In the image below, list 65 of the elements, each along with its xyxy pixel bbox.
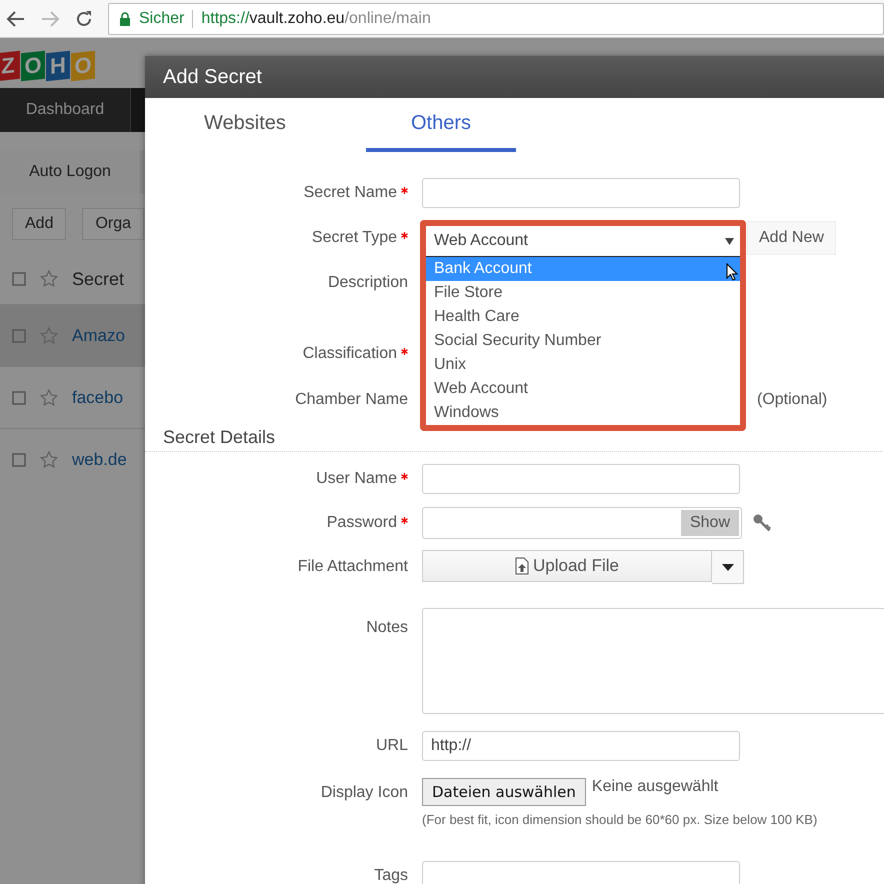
- input-field[interactable]: [422, 861, 740, 884]
- security-label: Sicher: [139, 10, 184, 28]
- dropdown-option[interactable]: Web Account: [426, 377, 740, 401]
- add-new-button[interactable]: Add New: [747, 221, 836, 255]
- section-heading: Secret Details: [163, 426, 276, 448]
- star-icon[interactable]: [40, 270, 58, 288]
- field-label: File Attachment: [298, 558, 408, 576]
- field-label: Secret Type: [312, 229, 397, 247]
- file-upload-icon: [515, 557, 529, 575]
- field-label: Description: [328, 274, 408, 292]
- input-field[interactable]: [422, 178, 740, 208]
- field-label: Notes: [366, 619, 408, 637]
- password-field[interactable]: Show: [422, 507, 742, 539]
- show-button[interactable]: Show: [680, 510, 739, 536]
- hint-text: (For best fit, icon dimension should be 60*60 px. Size below 100 KB): [422, 812, 818, 827]
- checkbox-icon[interactable]: [12, 272, 26, 286]
- tab[interactable]: Websites: [170, 112, 320, 152]
- upload-file-button[interactable]: Upload File: [422, 550, 712, 582]
- notes-field[interactable]: [422, 608, 884, 714]
- field-label: URL: [376, 737, 408, 755]
- field-label: Tags: [374, 867, 408, 884]
- back-icon[interactable]: [6, 8, 26, 28]
- star-icon[interactable]: [40, 326, 58, 344]
- dropdown-option[interactable]: File Store: [426, 281, 740, 305]
- caret-icon: [725, 238, 734, 244]
- file-status: Keine ausgewählt: [592, 778, 718, 796]
- choose-file-button[interactable]: Dateien auswählen: [422, 778, 586, 806]
- reload-icon[interactable]: [74, 8, 94, 28]
- dropdown-option[interactable]: Health Care: [426, 305, 740, 329]
- secret-link[interactable]: web.de: [72, 450, 127, 470]
- dropdown-option[interactable]: Windows: [426, 401, 740, 425]
- field-label: User Name: [316, 470, 397, 488]
- tab[interactable]: Others: [366, 112, 516, 152]
- column-header: Secret: [72, 268, 124, 290]
- star-icon[interactable]: [40, 388, 58, 406]
- secret-link[interactable]: facebo: [72, 388, 124, 408]
- toolbar-button[interactable]: Add: [12, 208, 66, 240]
- key-icon[interactable]: [752, 513, 772, 533]
- field-label: Classification: [302, 345, 397, 363]
- address-bar[interactable]: Sicher https://vault.zoho.eu/online/main: [108, 2, 884, 34]
- checkbox-icon[interactable]: [12, 452, 26, 466]
- input-field[interactable]: [422, 464, 740, 494]
- field-label: Password: [326, 514, 397, 532]
- star-icon[interactable]: [40, 450, 58, 468]
- sub-tab[interactable]: Auto Logon: [0, 150, 140, 194]
- field-label: Display Icon: [320, 784, 408, 802]
- forward-icon[interactable]: [40, 8, 60, 28]
- checkbox-icon[interactable]: [12, 390, 26, 404]
- dropdown-option[interactable]: Social Security Number: [426, 329, 740, 353]
- lock-icon: [119, 12, 131, 26]
- dialog-title: Add Secret: [163, 66, 262, 88]
- dropdown-button[interactable]: [712, 550, 744, 584]
- field-label: Secret Name: [304, 184, 397, 202]
- dropdown-menu[interactable]: Web Account Bank Account File Store Health Care Social Security Number Unix Web Account Windows: [420, 220, 746, 431]
- cursor-icon: [726, 263, 738, 281]
- dropdown-option[interactable]: Unix: [426, 353, 740, 377]
- checkbox-icon[interactable]: [12, 328, 26, 342]
- nav-tab[interactable]: Dashboard: [0, 88, 131, 132]
- optional-note: (Optional): [757, 391, 828, 409]
- field-label: Chamber Name: [295, 391, 408, 409]
- toolbar-button[interactable]: Orga: [82, 208, 144, 240]
- input-field[interactable]: http://: [422, 731, 740, 761]
- url-text: https://vault.zoho.eu/online/main: [201, 10, 431, 28]
- caret-icon: [722, 564, 734, 570]
- logo: Z O H O: [0, 38, 95, 88]
